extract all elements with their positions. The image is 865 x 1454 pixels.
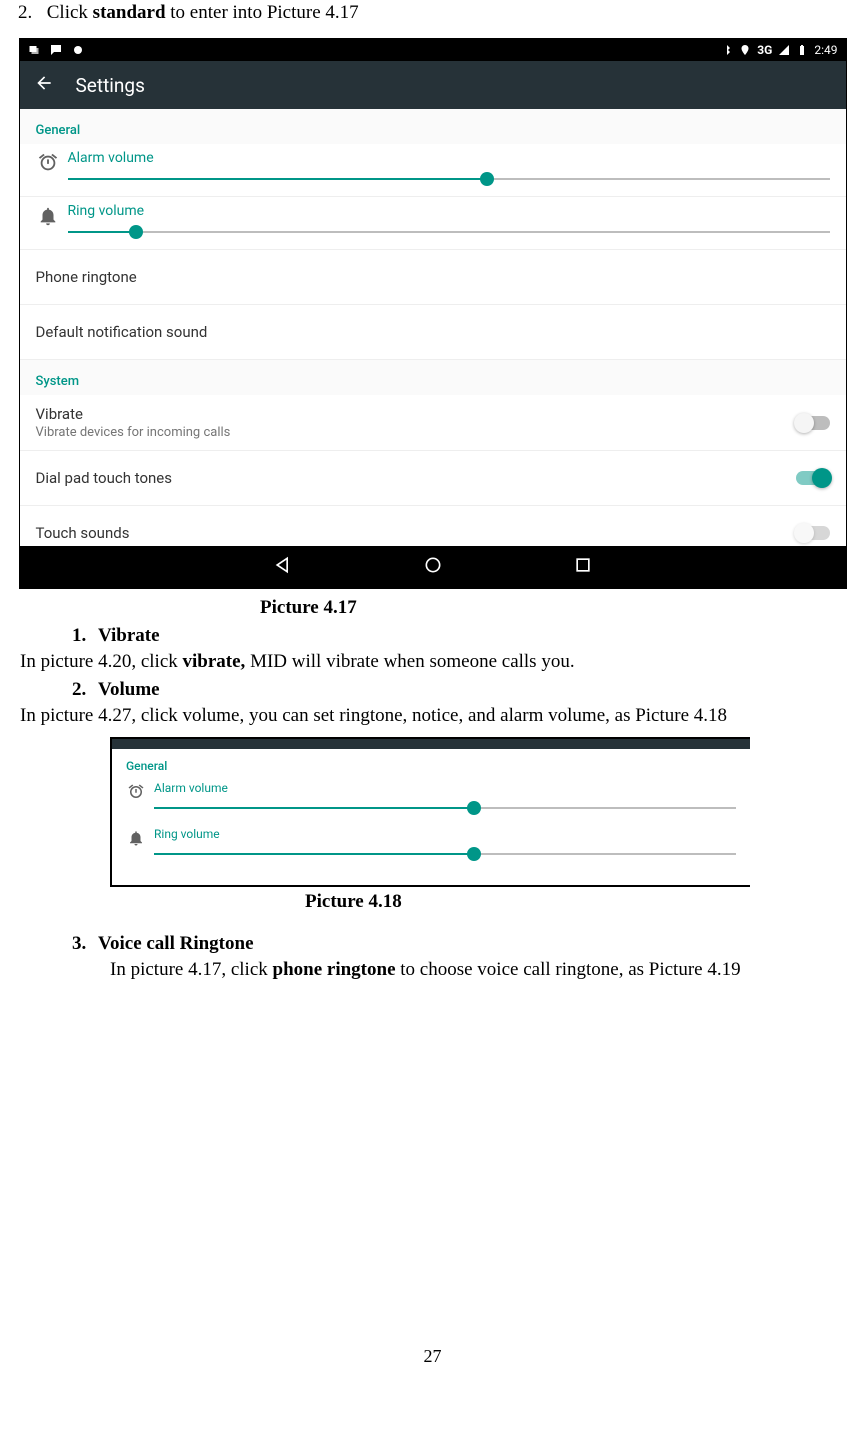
list-item-1: 1.Vibrate [10,623,855,649]
clock: 2:49 [814,43,837,57]
s2-ring-row: Ring volume [112,823,750,869]
network-type: 3G [757,43,772,57]
alarm-icon [28,150,68,174]
signal-icon [778,44,790,56]
screenshot-4-17: 3G 2:49 Settings General Alarm volume [19,38,847,589]
vibrate-title: Vibrate [36,405,796,423]
s2-partial-row [112,869,750,885]
alarm-volume-row: Alarm volume [20,144,846,197]
touch-sounds-row[interactable]: Touch sounds [20,506,846,546]
section-general: General [20,109,846,144]
nav-back-icon[interactable] [273,555,293,580]
location-icon [739,44,751,56]
page-number: 27 [0,1346,865,1367]
settings-content: General Alarm volume [20,109,846,546]
alarm-volume-slider[interactable] [68,170,830,188]
item3-body: In picture 4.17, click phone ringtone to… [10,957,855,985]
alarm-volume-label: Alarm volume [68,150,830,166]
s2-alarm-row: Alarm volume [112,777,750,823]
default-notification-row[interactable]: Default notification sound [20,305,846,360]
section-system: System [20,360,846,395]
s2-alarm-label: Alarm volume [154,781,736,795]
ring-volume-label: Ring volume [68,203,830,219]
bell-icon [118,827,154,847]
touch-sounds-toggle[interactable] [796,526,830,540]
app-bar: Settings [20,61,846,109]
ring-volume-slider[interactable] [68,223,830,241]
screenshot-4-18: General Alarm volume Ring volume [110,737,750,887]
item1-body: In picture 4.20, click vibrate, MID will… [10,649,855,677]
nav-home-icon[interactable] [423,555,443,580]
list-item-2: 2.Volume [10,677,855,703]
ring-volume-row: Ring volume [20,197,846,250]
bluetooth-icon [721,44,733,56]
debug-status-icon [72,44,84,56]
phone-ringtone-row[interactable]: Phone ringtone [20,250,846,305]
list-item-3: 3.Voice call Ringtone [10,931,855,957]
s2-ring-label: Ring volume [154,827,736,841]
status-bar: 3G 2:49 [20,39,846,61]
nav-recent-icon[interactable] [573,555,593,580]
alarm-icon [118,781,154,801]
navigation-bar [20,546,846,588]
battery-icon [796,44,808,56]
gallery-status-icon [28,44,40,56]
vibrate-row[interactable]: Vibrate Vibrate devices for incoming cal… [20,395,846,451]
s2-ring-slider[interactable] [154,845,736,863]
back-icon[interactable] [34,73,54,98]
dialpad-toggle[interactable] [796,471,830,485]
dialpad-tones-row[interactable]: Dial pad touch tones [20,451,846,506]
message-status-icon [50,44,62,56]
bell-icon [28,203,68,227]
vibrate-subtitle: Vibrate devices for incoming calls [36,425,796,440]
s2-section-general: General [112,749,750,777]
instruction-step-2: 2. Click standard to enter into Picture … [10,0,855,38]
s2-alarm-slider[interactable] [154,799,736,817]
caption-4-17: Picture 4.17 [260,597,855,619]
item2-body: In picture 4.27, click volume, you can s… [10,703,855,731]
caption-4-18: Picture 4.18 [305,891,855,913]
app-title: Settings [76,74,145,97]
vibrate-toggle[interactable] [796,416,830,430]
